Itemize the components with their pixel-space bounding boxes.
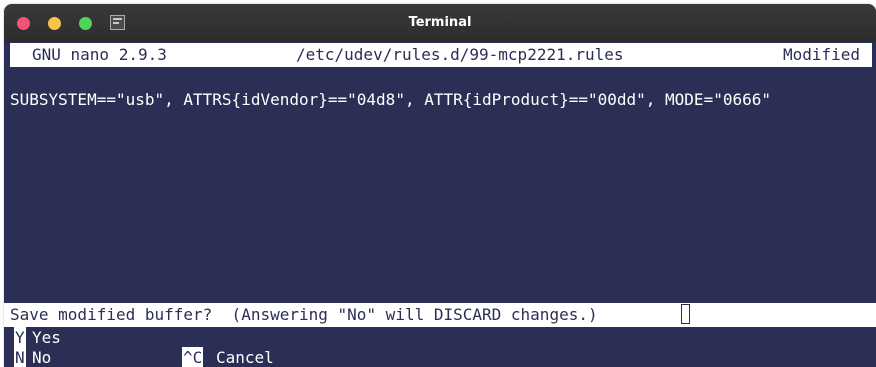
terminal-window: Terminal GNU nano 2.9.3 /etc/udev/rules.…	[4, 4, 876, 367]
option-yes-row[interactable]: Y Yes	[4, 327, 876, 349]
no-key[interactable]: N	[14, 347, 26, 367]
file-path: /etc/udev/rules.d/99-mcp2221.rules	[296, 45, 624, 64]
editor-content-line[interactable]: SUBSYSTEM=="usb", ATTRS{idVendor}=="04d8…	[10, 89, 771, 110]
nano-version: GNU nano 2.9.3	[32, 45, 167, 64]
yes-label[interactable]: Yes	[32, 327, 61, 348]
window-title: Terminal	[408, 15, 472, 30]
modified-status: Modified	[782, 45, 860, 64]
cancel-label[interactable]: Cancel	[216, 347, 274, 367]
nano-header-bar: GNU nano 2.9.3 /etc/udev/rules.d/99-mcp2…	[10, 43, 872, 67]
title-bar[interactable]: Terminal	[4, 4, 876, 42]
text-cursor	[681, 304, 690, 324]
save-prompt-text: Save modified buffer? (Answering "No" wi…	[10, 305, 598, 324]
option-no-cancel-row: N No ^C Cancel	[4, 347, 876, 367]
no-label[interactable]: No	[32, 347, 51, 367]
cancel-key[interactable]: ^C	[182, 347, 204, 367]
yes-key[interactable]: Y	[14, 327, 26, 348]
save-prompt-bar: Save modified buffer? (Answering "No" wi…	[4, 303, 876, 327]
